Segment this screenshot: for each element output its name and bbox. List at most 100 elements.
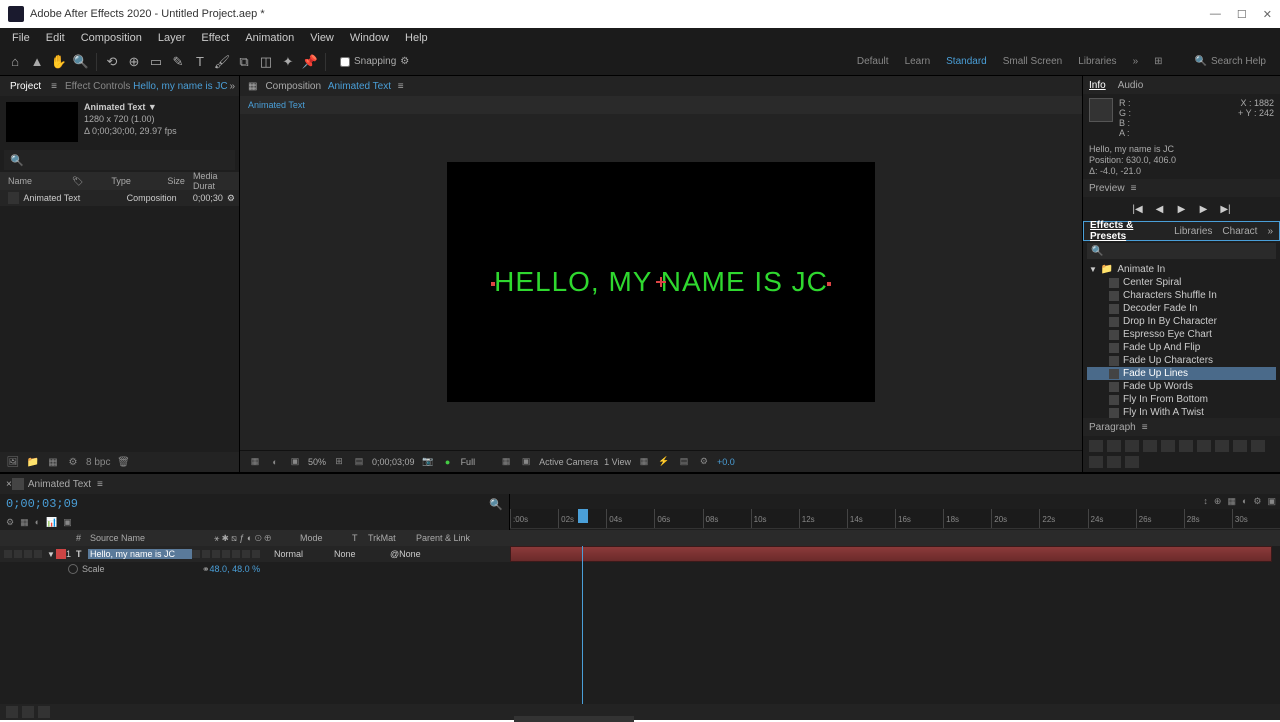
tl-tool-icon3[interactable]: ▦ [1227,496,1236,507]
view-select[interactable]: 1 View [604,457,631,467]
timeline-search-icon[interactable]: 🔍 [489,498,503,511]
project-tab[interactable]: Project [4,81,47,92]
type-tool-icon[interactable]: T [191,53,209,71]
indent-right-icon[interactable] [1233,440,1247,452]
panel-overflow-icon[interactable]: » [229,81,235,92]
tab-menu-icon[interactable]: ≡ [398,81,404,92]
graph-editor-icon[interactable]: 📊 [46,517,57,528]
comp-breadcrumb[interactable]: Animated Text [248,100,305,110]
search-help-input[interactable]: Search Help [1211,56,1266,67]
snapping-options-icon[interactable]: ⚙ [400,56,409,67]
preset-item[interactable]: Espresso Eye Chart [1087,328,1276,341]
audio-tab[interactable]: Audio [1118,80,1144,91]
effects-presets-tab[interactable]: Effects & Presets [1090,220,1164,242]
effect-controls-tab[interactable]: Effect Controls Hello, my name is JC [65,81,228,92]
frame-blend-icon[interactable]: ▦ [20,517,29,528]
alpha-icon[interactable]: ▦ [248,455,262,469]
composition-canvas[interactable]: Hello, my name is JC [447,162,875,402]
row-settings-icon[interactable]: ⚙ [227,193,235,204]
tl-tool-icon6[interactable]: ▣ [1267,496,1276,507]
paragraph-tab[interactable]: Paragraph [1089,422,1136,433]
justify-left-icon[interactable] [1143,440,1157,452]
tl-tool-icon[interactable]: ↕ [1203,496,1208,507]
clone-tool-icon[interactable]: ⧉ [235,53,253,71]
label-col-icon[interactable]: 🏷 [68,176,87,187]
timeline-tab[interactable]: Animated Text [28,479,91,490]
menu-edit[interactable]: Edit [38,32,73,44]
workspace-reset-icon[interactable]: ⊞ [1154,56,1162,67]
preset-item[interactable]: Fade Up Lines [1087,367,1276,380]
composition-tab[interactable]: Composition Animated Text ≡ [265,81,403,92]
audio-toggle-icon[interactable] [14,550,22,558]
settings-icon[interactable]: ⚙ [66,455,80,469]
zoom-select[interactable]: 50% [308,457,326,467]
direction-icon[interactable] [1125,456,1139,468]
timeline-zoom-slider[interactable] [514,716,634,722]
orbit-tool-icon[interactable]: ⟲ [103,53,121,71]
parent-pickwhip-icon[interactable]: @ [390,549,399,559]
preview-menu-icon[interactable]: ≡ [1131,183,1137,194]
region-icon[interactable]: ▣ [288,455,302,469]
workspace-default[interactable]: Default [857,56,889,67]
effects-search[interactable]: 🔍 [1087,243,1276,259]
justify-all-icon[interactable] [1197,440,1211,452]
scale-value[interactable]: 48.0, 48.0 % [210,564,261,574]
resolution-select[interactable]: Full [461,457,476,467]
home-icon[interactable]: ⌂ [6,53,24,71]
blend-mode-select[interactable]: Normal [274,549,322,559]
libraries-tab[interactable]: Libraries [1174,226,1212,237]
composition-viewer[interactable]: Hello, my name is JC [240,114,1082,450]
layer-duration-bar[interactable] [510,546,1272,562]
space-before-icon[interactable] [1089,456,1103,468]
channel-icon[interactable]: ● [441,455,455,469]
menu-view[interactable]: View [302,32,342,44]
workspace-overflow-icon[interactable]: » [1133,56,1139,67]
indent-left-icon[interactable] [1215,440,1229,452]
snapping-toggle[interactable]: Snapping ⚙ [340,56,409,67]
solo-toggle-icon[interactable] [24,550,32,558]
camera-select[interactable]: Active Camera [539,457,598,467]
tl-tool-icon5[interactable]: ⚙ [1253,496,1261,507]
scale-property-row[interactable]: Scale ⚭ 48.0, 48.0 % [0,562,510,576]
tl-tool-icon2[interactable]: ⊕ [1214,496,1222,507]
stopwatch-icon[interactable] [68,564,78,574]
menu-file[interactable]: File [4,32,38,44]
guides-icon[interactable]: ▤ [352,455,366,469]
transparency-icon[interactable]: ▦ [499,455,513,469]
motion-blur-icon[interactable]: ◐ [35,517,40,527]
ep-overflow-icon[interactable]: » [1267,226,1273,237]
layer-twirl-icon[interactable]: ▼ [46,550,56,559]
snapshot-icon[interactable]: 📷 [421,455,435,469]
paragraph-menu-icon[interactable]: ≡ [1142,422,1148,433]
project-search[interactable]: 🔍 [4,150,235,170]
pixel-aspect-icon[interactable]: ▦ [637,455,651,469]
preset-item[interactable]: Fade Up And Flip [1087,341,1276,354]
preset-item[interactable]: Fade Up Words [1087,380,1276,393]
minimize-button[interactable]: — [1210,8,1221,21]
indent-first-icon[interactable] [1251,440,1265,452]
menu-effect[interactable]: Effect [193,32,237,44]
fast-preview-icon[interactable]: ⚡ [657,455,671,469]
time-ruler[interactable]: :00s02s04s06s08s10s12s14s16s18s20s22s24s… [510,509,1280,529]
prev-frame-icon[interactable]: ◀ [1153,202,1167,216]
toggle-switches-icon[interactable] [6,706,18,718]
pen-tool-icon[interactable]: ✎ [169,53,187,71]
layer-row-1[interactable]: ▼ 1 T Hello, my name is JC Normal None @… [0,546,510,562]
workspace-standard[interactable]: Standard [946,56,987,67]
pan-behind-tool-icon[interactable]: ⊕ [125,53,143,71]
preset-item[interactable]: Center Spiral [1087,276,1276,289]
playhead-indicator[interactable] [578,509,588,523]
play-icon[interactable]: ▶ [1175,202,1189,216]
timeline-menu-icon[interactable]: ≡ [97,479,103,490]
justify-center-icon[interactable] [1161,440,1175,452]
lock-toggle-icon[interactable] [34,550,42,558]
space-after-icon[interactable] [1107,456,1121,468]
3d-icon[interactable]: ▣ [519,455,533,469]
menu-help[interactable]: Help [397,32,436,44]
workspace-libraries[interactable]: Libraries [1078,56,1116,67]
interpret-icon[interactable]: 🖼 [6,455,20,469]
new-comp-icon[interactable]: ▦ [46,455,60,469]
layer-panel-icon[interactable]: ▦ [248,81,257,92]
toggle-modes-icon[interactable] [22,706,34,718]
next-frame-icon[interactable]: ▶ [1197,202,1211,216]
